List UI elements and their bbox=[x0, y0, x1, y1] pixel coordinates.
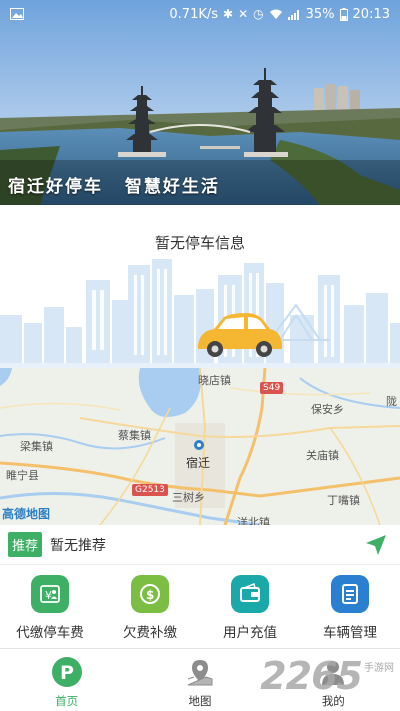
mute-icon: ✕ bbox=[238, 7, 249, 21]
clock-time: 20:13 bbox=[352, 6, 390, 22]
action-pay-parking[interactable]: ¥ 代缴停车费 bbox=[0, 565, 100, 647]
tab-map-label: 地图 bbox=[188, 694, 212, 708]
map-view[interactable]: 晓店镇 S49 保安乡 陇 梁集镇 蔡集镇 关庙镇 睢宁县 宿迁 G2513 三… bbox=[0, 368, 400, 525]
map-pin-icon bbox=[183, 655, 217, 689]
shield-g2513: G2513 bbox=[132, 484, 168, 496]
parking-info-panel[interactable]: 暂无停车信息 bbox=[0, 205, 400, 368]
bluetooth-icon: ✱ bbox=[223, 7, 234, 21]
action-recharge-label: 用户充值 bbox=[223, 625, 277, 641]
shield-s49: S49 bbox=[260, 382, 284, 394]
recommend-bar[interactable]: 推荐 暂无推荐 bbox=[0, 525, 400, 565]
recommend-text: 暂无推荐 bbox=[50, 537, 107, 554]
recharge-wallet-icon bbox=[231, 575, 269, 613]
map-label-liangji: 梁集镇 bbox=[20, 440, 53, 453]
svg-text:P: P bbox=[60, 662, 74, 684]
map-label-xiaodian: 晓店镇 bbox=[198, 374, 231, 387]
tab-home-label: 首页 bbox=[55, 694, 79, 708]
action-recharge[interactable]: 用户充值 bbox=[200, 565, 300, 647]
slogan-part1: 宿迁好停车 bbox=[8, 177, 103, 197]
map-label-sanshu: 三树乡 bbox=[172, 491, 205, 504]
status-bar: 0.71K/s ✱ ✕ ◷ 35% 20:13 bbox=[0, 0, 400, 28]
site-watermark: 2265 手游网 bbox=[260, 656, 394, 696]
quick-actions: ¥ 代缴停车费 $ 欠费补缴 用户充值 车辆管理 bbox=[0, 565, 400, 647]
action-pay-parking-label: 代缴停车费 bbox=[16, 625, 84, 641]
map-label-yangbei: 洋北镇 bbox=[237, 516, 270, 525]
parking-p-icon: P bbox=[50, 655, 84, 689]
battery-icon bbox=[339, 7, 348, 21]
action-vehicle-mgmt-label: 车辆管理 bbox=[323, 625, 377, 641]
hero-banner: 0.71K/s ✱ ✕ ◷ 35% 20:13 宿迁好停车 智慧好生活 bbox=[0, 0, 400, 205]
slogan-part2: 智慧好生活 bbox=[124, 177, 220, 197]
tab-home[interactable]: P 首页 bbox=[0, 649, 133, 711]
svg-text:$: $ bbox=[146, 588, 154, 602]
action-arrears[interactable]: $ 欠费补缴 bbox=[100, 565, 200, 647]
map-label-caiji: 蔡集镇 bbox=[118, 429, 151, 442]
map-label-suining: 睢宁县 bbox=[6, 469, 39, 482]
svg-text:¥: ¥ bbox=[45, 589, 52, 602]
action-arrears-label: 欠费补缴 bbox=[123, 625, 177, 641]
recommend-tag: 推荐 bbox=[8, 532, 43, 557]
map-label-guanmiao: 关庙镇 bbox=[306, 449, 339, 462]
battery-percent: 35% bbox=[305, 6, 335, 22]
map-label-baoan: 保安乡 bbox=[311, 403, 344, 416]
amap-logo: 高德地图 bbox=[2, 507, 51, 521]
pay-parking-icon: ¥ bbox=[31, 575, 69, 613]
action-vehicle-mgmt[interactable]: 车辆管理 bbox=[300, 565, 400, 647]
map-label-suqian: 宿迁 bbox=[186, 456, 211, 470]
watermark-site: 手游网 bbox=[364, 663, 394, 674]
city-car-illustration bbox=[0, 259, 400, 368]
signal-icon bbox=[287, 9, 299, 20]
gallery-notification-icon bbox=[10, 8, 24, 20]
wifi-icon bbox=[269, 9, 282, 19]
watermark-number: 2265 bbox=[260, 654, 363, 698]
arrears-icon: $ bbox=[131, 575, 169, 613]
tab-map[interactable]: 地图 bbox=[133, 649, 266, 711]
navigation-arrow-icon[interactable] bbox=[364, 533, 388, 557]
map-label-dingzui: 丁嘴镇 bbox=[327, 494, 360, 507]
hero-slogan: 宿迁好停车 智慧好生活 bbox=[8, 172, 234, 197]
map-label-long: 陇 bbox=[386, 395, 397, 408]
alarm-icon: ◷ bbox=[253, 7, 264, 21]
vehicle-document-icon bbox=[331, 575, 369, 613]
network-speed: 0.71K/s bbox=[169, 6, 219, 22]
